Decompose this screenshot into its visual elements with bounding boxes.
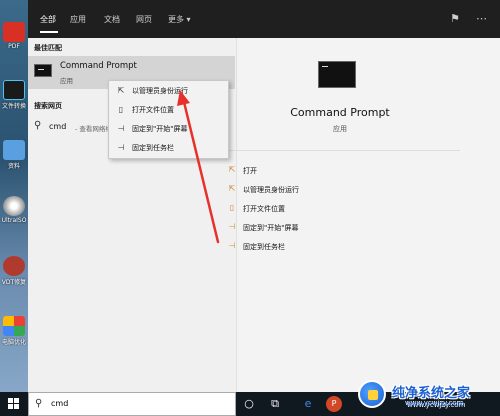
tab-apps[interactable]: 应用 (70, 14, 86, 25)
feedback-icon[interactable]: ⚑ (450, 12, 460, 25)
results-pane: 最佳匹配 Command Prompt 应用 搜索网页 ⚲ cmd - 查看网络… (28, 0, 236, 392)
taskbar-search-box[interactable]: ⚲ cmd (28, 392, 236, 416)
tab-web[interactable]: 网页 (136, 14, 152, 25)
open-icon: ⇱ (228, 165, 236, 174)
desktop-icon-ultraiso[interactable]: UltraISO (1, 196, 27, 224)
web-search-heading: 搜索网页 (34, 102, 62, 110)
detail-divider (222, 150, 460, 151)
context-item-label: 固定到任务栏 (132, 144, 174, 152)
desktop-icon-converter[interactable]: 文件转换 (1, 80, 27, 110)
watermark: 纯净系统之家 www.ycwjzy.com (350, 376, 500, 416)
context-item-pin-to-start[interactable]: ⊣ 固定到"开始"屏幕 (109, 120, 228, 138)
disc-icon (3, 196, 25, 216)
action-label: 打开文件位置 (243, 205, 285, 213)
converter-icon (3, 80, 25, 100)
search-input[interactable]: cmd (51, 399, 68, 408)
repair-icon (3, 256, 25, 276)
desktop: PDF 文件转换 资料 UltraISO VDT修复 电脑优化 (0, 0, 28, 392)
search-icon: ⚲ (34, 120, 42, 131)
command-prompt-large-icon (318, 61, 356, 88)
best-match-subtitle: 应用 (60, 77, 73, 85)
context-item-label: 以管理员身份运行 (132, 87, 188, 95)
start-button[interactable] (0, 392, 28, 416)
folder-icon (3, 140, 25, 160)
context-item-label: 固定到"开始"屏幕 (132, 125, 188, 133)
shield-run-icon: ⇱ (117, 86, 125, 95)
desktop-icon-label: 文件转换 (1, 103, 26, 110)
folder-location-icon: ▯ (229, 203, 235, 212)
tab-all[interactable]: 全部 (40, 14, 56, 25)
action-label: 固定到"开始"屏幕 (243, 224, 299, 232)
context-item-run-as-admin[interactable]: ⇱ 以管理员身份运行 (109, 82, 228, 100)
desktop-icon-repair[interactable]: VDT修复 (1, 256, 27, 286)
more-options-icon[interactable]: ⋯ (476, 12, 487, 25)
desktop-icon-label: VDT修复 (1, 279, 27, 286)
watermark-title: 纯净系统之家 (392, 386, 471, 401)
tab-more[interactable]: 更多 ▾ (168, 14, 191, 25)
best-match-title: Command Prompt (60, 61, 137, 71)
pin-icon: ⊣ (117, 124, 125, 133)
action-label: 固定到任务栏 (243, 243, 285, 251)
command-prompt-icon (34, 64, 52, 77)
desktop-icon-label: 电脑优化 (1, 339, 26, 346)
edge-icon[interactable]: e (300, 396, 316, 412)
pin-taskbar-icon: ⊣ (228, 241, 236, 250)
active-tab-indicator (40, 31, 58, 33)
desktop-icon-folder[interactable]: 资料 (1, 140, 27, 170)
best-match-heading: 最佳匹配 (34, 44, 62, 52)
search-icon: ⚲ (35, 398, 43, 409)
pin-icon: ⊣ (228, 222, 236, 231)
desktop-icon-label: UltraISO (1, 217, 27, 224)
desktop-icon-label: PDF (8, 43, 20, 50)
detail-subtitle: 应用 (333, 125, 347, 133)
task-view-icon[interactable]: ⧉ (267, 396, 283, 412)
desktop-icon-pdf[interactable]: PDF (1, 22, 27, 50)
desktop-icon-label: 资料 (7, 163, 20, 170)
pdf-icon (3, 22, 25, 42)
powerpoint-icon[interactable]: P (326, 396, 342, 412)
context-item-label: 打开文件位置 (132, 106, 174, 114)
web-search-query: cmd (49, 122, 67, 131)
context-menu: ⇱ 以管理员身份运行 ▯ 打开文件位置 ⊣ 固定到"开始"屏幕 ⊣ 固定到任务栏 (108, 80, 229, 159)
desktop-icon-optimizer[interactable]: 电脑优化 (1, 316, 27, 346)
watermark-logo (358, 380, 386, 408)
watermark-url: www.ycwjzy.com (406, 400, 465, 408)
optimizer-icon (3, 316, 25, 336)
shield-run-icon: ⇱ (228, 184, 236, 193)
detail-pane (236, 38, 500, 392)
folder-location-icon: ▯ (118, 105, 124, 114)
action-label: 打开 (243, 167, 257, 175)
windows-logo-icon (8, 398, 19, 409)
detail-title: Command Prompt (290, 106, 390, 119)
context-item-pin-to-taskbar[interactable]: ⊣ 固定到任务栏 (109, 139, 228, 157)
action-label: 以管理员身份运行 (243, 186, 299, 194)
start-menu: 最佳匹配 Command Prompt 应用 搜索网页 ⚲ cmd - 查看网络… (28, 0, 500, 392)
pin-taskbar-icon: ⊣ (117, 143, 125, 152)
tab-documents[interactable]: 文档 (104, 14, 120, 25)
context-item-open-file-location[interactable]: ▯ 打开文件位置 (109, 101, 228, 119)
filter-bar: 全部 应用 文档 网页 更多 ▾ ⚑ ⋯ (28, 0, 500, 38)
cortana-icon[interactable]: ○ (241, 396, 257, 412)
